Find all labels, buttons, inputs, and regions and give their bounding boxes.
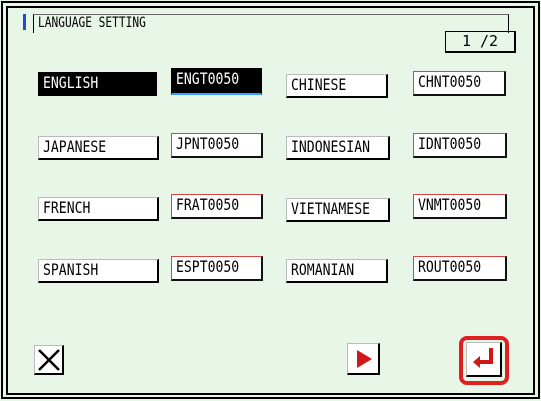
next-page-button[interactable] (347, 343, 380, 375)
language-button-indonesian[interactable]: INDONESIAN (286, 136, 390, 160)
language-code-chinese[interactable]: CHNT0050 (413, 71, 506, 96)
language-code-japanese[interactable]: JPNT0050 (171, 133, 263, 158)
language-code-romanian[interactable]: ROUT0050 (413, 256, 507, 281)
page-title: LANGUAGE SETTING (38, 15, 146, 31)
language-code-english[interactable]: ENGT0050 (171, 68, 262, 95)
language-code-french[interactable]: FRAT0050 (171, 194, 263, 219)
language-button-vietnamese[interactable]: VIETNAMESE (286, 198, 390, 222)
language-button-romanian[interactable]: ROMANIAN (286, 259, 388, 283)
language-button-spanish[interactable]: SPANISH (38, 259, 159, 283)
play-right-icon (357, 350, 372, 368)
language-code-indonesian[interactable]: IDNT0050 (413, 133, 507, 158)
language-code-vietnamese[interactable]: VNMT0050 (413, 194, 507, 219)
cancel-button[interactable] (34, 345, 64, 375)
language-button-japanese[interactable]: JAPANESE (38, 136, 159, 160)
language-button-english[interactable]: ENGLISH (38, 72, 157, 96)
language-button-french[interactable]: FRENCH (38, 197, 159, 221)
close-icon (38, 349, 60, 371)
title-bar: LANGUAGE SETTING (23, 14, 509, 33)
enter-icon (473, 348, 493, 368)
language-code-spanish[interactable]: ESPT0050 (171, 256, 263, 281)
page-indicator: 1 /2 (445, 31, 516, 53)
enter-button[interactable] (466, 342, 502, 377)
title-box: LANGUAGE SETTING (33, 14, 509, 33)
language-button-chinese[interactable]: CHINESE (286, 74, 388, 98)
title-marker (23, 14, 26, 30)
